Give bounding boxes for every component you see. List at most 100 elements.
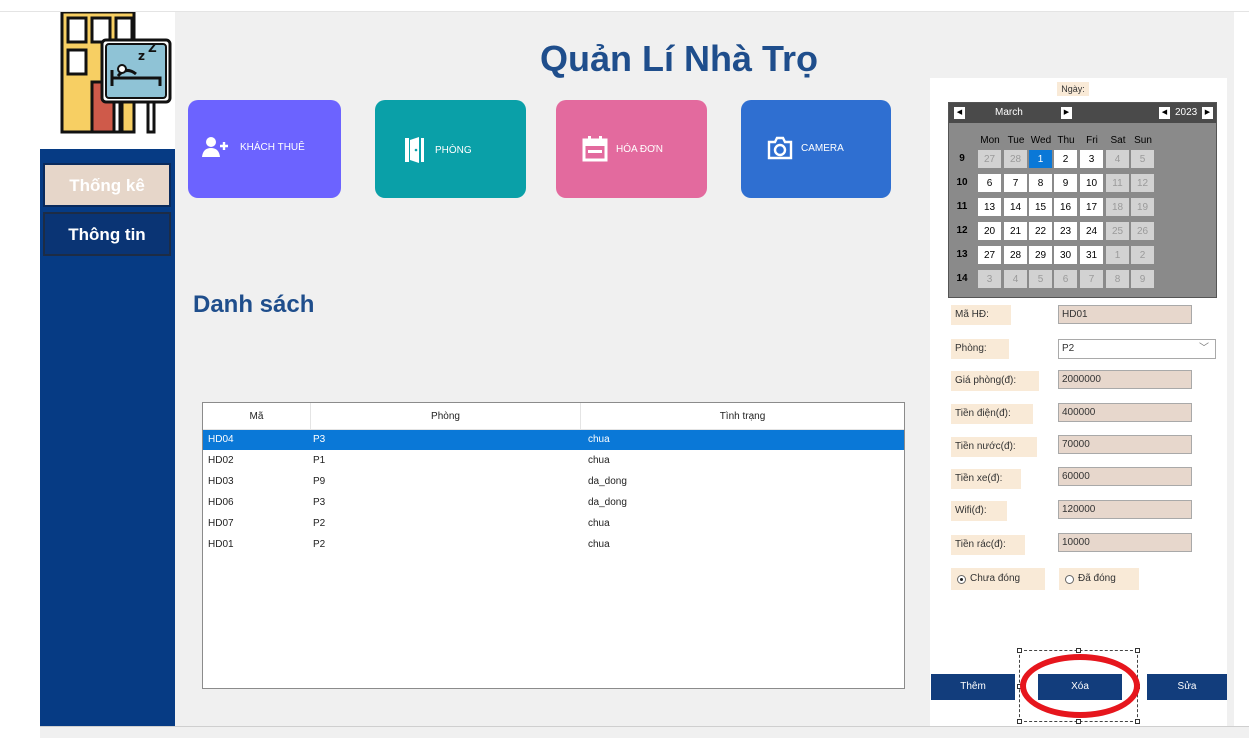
calendar-day[interactable]: 28 bbox=[1003, 245, 1028, 265]
column-header-ma[interactable]: Mã bbox=[203, 403, 311, 430]
calendar-day[interactable]: 3 bbox=[1079, 149, 1104, 169]
calendar-day[interactable]: 9 bbox=[1053, 173, 1078, 193]
tile-label: KHÁCH THUÊ bbox=[240, 142, 305, 153]
calendar-day[interactable]: 4 bbox=[1003, 269, 1028, 289]
next-month-button[interactable]: ▶ bbox=[1061, 107, 1072, 119]
calendar-day[interactable]: 1 bbox=[1105, 245, 1130, 265]
calendar-day[interactable]: 17 bbox=[1079, 197, 1104, 217]
calendar-day[interactable]: 27 bbox=[977, 245, 1002, 265]
tien-rac-field[interactable]: 10000 bbox=[1058, 533, 1192, 552]
phong-button[interactable]: PHÒNG bbox=[375, 100, 526, 198]
calendar-day[interactable]: 25 bbox=[1105, 221, 1130, 241]
calendar-day[interactable]: 7 bbox=[1003, 173, 1028, 193]
calendar-day[interactable]: 2 bbox=[1130, 245, 1155, 265]
khach-thue-button[interactable]: KHÁCH THUÊ bbox=[188, 100, 341, 198]
calendar-day[interactable]: 20 bbox=[977, 221, 1002, 241]
them-button[interactable]: Thêm bbox=[931, 674, 1015, 700]
calendar-day[interactable]: 7 bbox=[1079, 269, 1104, 289]
calendar-day[interactable]: 24 bbox=[1079, 221, 1104, 241]
section-title: Danh sách bbox=[193, 291, 315, 318]
calendar-day[interactable]: 16 bbox=[1053, 197, 1078, 217]
table-row[interactable]: HD04 P3 chua bbox=[203, 430, 904, 450]
calendar-day[interactable]: 5 bbox=[1028, 269, 1053, 289]
calendar-day[interactable]: 6 bbox=[977, 173, 1002, 193]
week-number: 9 bbox=[959, 153, 965, 164]
calendar-day[interactable]: 2 bbox=[1053, 149, 1078, 169]
bottom-scrollbar[interactable] bbox=[40, 726, 1249, 738]
calendar-day[interactable]: 14 bbox=[1003, 197, 1028, 217]
calendar-day[interactable]: 18 bbox=[1105, 197, 1130, 217]
radio-dot-icon bbox=[1065, 574, 1074, 584]
calendar-day[interactable]: 28 bbox=[1003, 149, 1028, 169]
calendar-day[interactable]: 3 bbox=[977, 269, 1002, 289]
phong-select[interactable]: P2 ﹀ bbox=[1058, 339, 1216, 359]
calendar-day[interactable]: 29 bbox=[1028, 245, 1053, 265]
calendar-day[interactable]: 4 bbox=[1105, 149, 1130, 169]
xoa-button[interactable]: Xóa bbox=[1038, 674, 1122, 700]
next-year-button[interactable]: ▶ bbox=[1202, 107, 1213, 119]
calendar-day[interactable]: 8 bbox=[1028, 173, 1053, 193]
calendar-day[interactable]: 21 bbox=[1003, 221, 1028, 241]
table-row[interactable]: HD02 P1 chua bbox=[203, 451, 904, 471]
ma-hd-label: Mã HĐ: bbox=[951, 305, 1011, 325]
wifi-field[interactable]: 120000 bbox=[1058, 500, 1192, 519]
gia-phong-field[interactable]: 2000000 bbox=[1058, 370, 1192, 389]
column-header-phong[interactable]: Phòng bbox=[311, 403, 581, 430]
prev-year-button[interactable]: ◀ bbox=[1159, 107, 1170, 119]
tien-nuoc-field[interactable]: 70000 bbox=[1058, 435, 1192, 454]
prev-month-button[interactable]: ◀ bbox=[954, 107, 965, 119]
table-row[interactable]: HD03 P9 da_dong bbox=[203, 472, 904, 492]
tien-xe-label: Tiền xe(đ): bbox=[951, 469, 1021, 489]
weekday-header: Mon bbox=[980, 135, 1000, 146]
data-grid[interactable]: Mã Phòng Tình trạng HD04 P3 chua HD02 P1… bbox=[202, 402, 905, 689]
chua-dong-radio[interactable]: Chưa đóng bbox=[951, 568, 1045, 590]
week-number: 14 bbox=[956, 273, 968, 284]
calendar-day[interactable]: 22 bbox=[1028, 221, 1053, 241]
calendar-day[interactable]: 13 bbox=[977, 197, 1002, 217]
calendar-day[interactable]: 1 bbox=[1028, 149, 1053, 169]
week-number: 12 bbox=[956, 225, 968, 236]
calendar-day[interactable]: 26 bbox=[1130, 221, 1155, 241]
calendar-day[interactable]: 23 bbox=[1053, 221, 1078, 241]
calendar-day[interactable]: 31 bbox=[1079, 245, 1104, 265]
top-strip bbox=[0, 0, 1249, 12]
sidebar-item-thong-ke[interactable]: Thống kê bbox=[43, 163, 171, 207]
sidebar-item-thong-tin[interactable]: Thông tin bbox=[43, 212, 171, 256]
svg-text:Z: Z bbox=[148, 41, 157, 55]
table-row[interactable]: HD06 P3 da_dong bbox=[203, 493, 904, 513]
date-label: Ngày: bbox=[1057, 82, 1089, 96]
camera-button[interactable]: CAMERA bbox=[741, 100, 891, 198]
calendar-day[interactable]: 11 bbox=[1105, 173, 1130, 193]
calendar-day[interactable]: 10 bbox=[1079, 173, 1104, 193]
column-header-tinh-trang[interactable]: Tình trạng bbox=[581, 403, 904, 430]
sidebar-item-label: Thông tin bbox=[68, 225, 146, 244]
table-row[interactable]: HD01 P2 chua bbox=[203, 535, 904, 555]
hotel-bed-icon: z Z bbox=[60, 10, 172, 134]
calendar-day[interactable]: 5 bbox=[1130, 149, 1155, 169]
camera-icon bbox=[767, 136, 793, 160]
calendar-day[interactable]: 6 bbox=[1053, 269, 1078, 289]
calendar-day[interactable]: 15 bbox=[1028, 197, 1053, 217]
tien-dien-label: Tiền điện(đ): bbox=[951, 404, 1033, 424]
month-calendar[interactable]: ◀ March ▶ ◀ 2023 ▶ Mon Tue Wed Thu Fri Sat Sun… bbox=[948, 102, 1217, 298]
page-title: Quản Lí Nhà Trọ bbox=[540, 38, 819, 79]
calendar-day[interactable]: 27 bbox=[977, 149, 1002, 169]
week-number: 13 bbox=[956, 249, 968, 260]
hoa-don-button[interactable]: HÓA ĐƠN bbox=[556, 100, 707, 198]
calendar-day[interactable]: 19 bbox=[1130, 197, 1155, 217]
tien-dien-field[interactable]: 400000 bbox=[1058, 403, 1192, 422]
ma-hd-field[interactable]: HD01 bbox=[1058, 305, 1192, 324]
tien-nuoc-label: Tiền nước(đ): bbox=[951, 437, 1037, 457]
calendar-day[interactable]: 30 bbox=[1053, 245, 1078, 265]
tien-xe-field[interactable]: 60000 bbox=[1058, 467, 1192, 486]
weekday-header: Fri bbox=[1086, 135, 1098, 146]
table-row[interactable]: HD07 P2 chua bbox=[203, 514, 904, 534]
calendar-day[interactable]: 12 bbox=[1130, 173, 1155, 193]
svg-text:z: z bbox=[138, 49, 145, 63]
calendar-day[interactable]: 9 bbox=[1130, 269, 1155, 289]
da-dong-radio[interactable]: Đã đóng bbox=[1059, 568, 1139, 590]
calendar-day[interactable]: 8 bbox=[1105, 269, 1130, 289]
sua-button[interactable]: Sửa bbox=[1147, 674, 1227, 700]
tile-label: PHÒNG bbox=[435, 145, 472, 156]
tien-rac-label: Tiền rác(đ): bbox=[951, 535, 1025, 555]
